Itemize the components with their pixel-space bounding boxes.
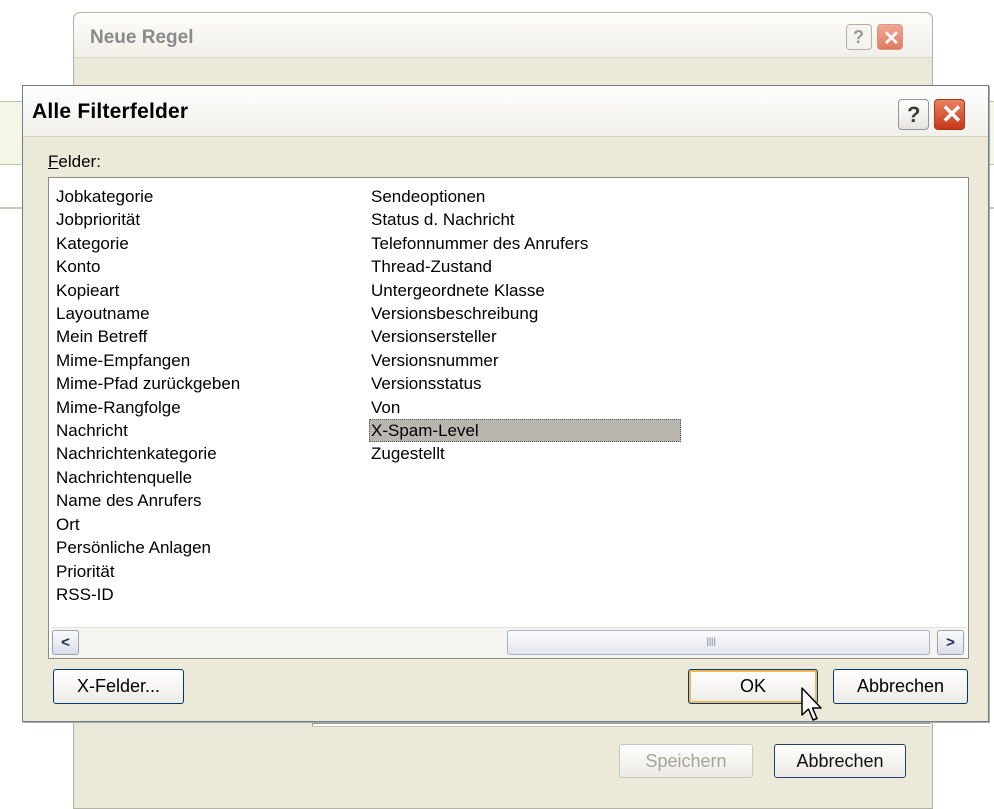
help-icon: ? <box>853 27 864 47</box>
field-list-item[interactable]: Nachricht <box>54 419 240 442</box>
field-list-item[interactable]: Sendeoptionen <box>369 185 681 208</box>
horizontal-scrollbar[interactable]: < IIII > <box>51 627 966 658</box>
field-list-item[interactable]: Versionsersteller <box>369 325 681 348</box>
field-list-item[interactable]: Zugestellt <box>369 442 681 465</box>
field-list-item[interactable]: Thread-Zustand <box>369 255 681 278</box>
close-icon: ✕ <box>941 99 963 129</box>
scroll-left-button[interactable]: < <box>52 630 79 655</box>
help-button[interactable]: ? <box>898 99 929 130</box>
background-titlebar: Neue Regel ? ✕ <box>74 13 932 58</box>
field-list-item[interactable]: Telefonnummer des Anrufers <box>369 232 681 255</box>
field-list-item[interactable]: Mime-Rangfolge <box>54 396 240 419</box>
dialog-titlebar[interactable]: Alle Filterfelder ? ✕ <box>23 86 988 137</box>
background-window-title: Neue Regel <box>90 27 194 48</box>
field-list-item[interactable]: Ort <box>54 513 240 536</box>
dialog-title: Alle Filterfelder <box>32 100 189 123</box>
field-list-item[interactable]: Mime-Empfangen <box>54 349 240 372</box>
field-list-item[interactable]: Mime-Pfad zurückgeben <box>54 372 240 395</box>
background-field-edge <box>312 723 930 727</box>
field-list-item[interactable]: Kategorie <box>54 232 240 255</box>
field-list-item[interactable]: Mein Betreff <box>54 325 240 348</box>
field-list-item[interactable]: Persönliche Anlagen <box>54 536 240 559</box>
field-list-item[interactable]: Von <box>369 396 681 419</box>
grip-icon: IIII <box>706 635 716 649</box>
fields-listbox[interactable]: Jobkategorie Jobpriorität Kategorie Konto Ko… <box>48 177 969 659</box>
background-help-button[interactable]: ? <box>846 24 872 50</box>
ok-button[interactable]: OK <box>688 669 818 704</box>
close-button[interactable]: ✕ <box>934 99 965 130</box>
field-list-item[interactable]: Versionsstatus <box>369 372 681 395</box>
fields-label-accelerator: F <box>48 152 59 171</box>
field-list-item[interactable]: Layoutname <box>54 302 240 325</box>
fields-column-1: Jobkategorie Jobpriorität Kategorie Konto Ko… <box>54 185 240 606</box>
field-list-item[interactable]: Konto <box>54 255 240 278</box>
field-list-item[interactable]: Priorität <box>54 560 240 583</box>
fields-label-text: elder: <box>58 152 101 171</box>
field-list-item[interactable]: Nachrichtenquelle <box>54 466 240 489</box>
field-list-item[interactable]: Versionsnummer <box>369 349 681 372</box>
chevron-left-icon: < <box>61 634 70 651</box>
field-list-item[interactable]: Status d. Nachricht <box>369 208 681 231</box>
mouse-pointer-icon <box>801 687 822 721</box>
fields-label: Felder: <box>48 152 101 172</box>
field-list-item[interactable]: Kopieart <box>54 279 240 302</box>
scrollbar-thumb[interactable]: IIII <box>507 630 930 655</box>
help-icon: ? <box>907 102 921 127</box>
field-list-item[interactable]: Versionsbeschreibung <box>369 302 681 325</box>
fields-column-2: Sendeoptionen Status d. Nachricht Telefonn… <box>369 185 681 466</box>
background-cancel-button[interactable]: Abbrechen <box>774 744 906 778</box>
scroll-right-button[interactable]: > <box>937 630 964 655</box>
field-list-item[interactable]: Nachrichtenkategorie <box>54 442 240 465</box>
chevron-right-icon: > <box>946 634 955 651</box>
field-list-item[interactable]: Name des Anrufers <box>54 489 240 512</box>
x-felder-button[interactable]: X-Felder... <box>53 669 184 704</box>
field-list-item-selected[interactable]: X-Spam-Level <box>369 419 681 443</box>
field-list-item[interactable]: Jobkategorie <box>54 185 240 208</box>
cancel-button[interactable]: Abbrechen <box>833 669 968 704</box>
field-list-item[interactable]: Untergeordnete Klasse <box>369 279 681 302</box>
background-close-button[interactable]: ✕ <box>877 24 903 50</box>
field-list-item[interactable]: RSS-ID <box>54 583 240 606</box>
background-save-button: Speichern <box>619 744 753 778</box>
field-list-item[interactable]: Jobpriorität <box>54 208 240 231</box>
dialog-alle-filterfelder: Alle Filterfelder ? ✕ Felder: Jobkategor… <box>22 85 989 722</box>
close-icon: ✕ <box>883 28 900 50</box>
